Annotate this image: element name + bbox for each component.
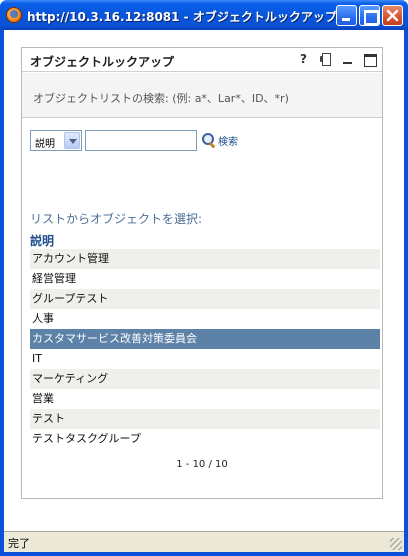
list-item[interactable]: テストタスクグループ — [30, 429, 380, 449]
help-icon[interactable]: ? — [297, 52, 310, 66]
status-text: 完了 — [8, 537, 30, 550]
window-title: http://10.3.16.12:8081 - オブジェクトルックアップ... — [27, 10, 351, 24]
list-item-selected[interactable]: カスタマサービス改善対策委員会 — [30, 329, 380, 349]
resize-grip-icon[interactable] — [390, 538, 402, 550]
magnifier-icon[interactable] — [202, 133, 216, 147]
search-input[interactable] — [85, 129, 197, 151]
list-item[interactable]: グループテスト — [30, 289, 380, 309]
status-bar: 完了 — [4, 531, 404, 552]
list-item[interactable]: IT — [30, 349, 380, 369]
list-item[interactable]: マーケティング — [30, 369, 380, 389]
search-hint: オブジェクトリストの検索: (例: a*、Lar*、ID、*r) — [33, 92, 289, 105]
list-item[interactable]: 経営管理 — [30, 269, 380, 289]
list-item[interactable]: 営業 — [30, 389, 380, 409]
maximize-icon[interactable] — [359, 5, 380, 26]
object-lookup-portlet: オブジェクトルックアップ ? オブジェクトリストの検索: (例: a*、Lar*… — [21, 47, 383, 499]
portlet-controls: ? — [297, 52, 377, 67]
title-bar[interactable]: http://10.3.16.12:8081 - オブジェクトルックアップ... — [0, 0, 408, 30]
portlet-header: オブジェクトルックアップ ? — [22, 48, 382, 72]
portlet-maximize-icon[interactable] — [363, 52, 377, 67]
portlet-title: オブジェクトルックアップ — [30, 55, 175, 69]
search-field-select[interactable]: 説明 — [30, 129, 82, 151]
pager: 1 - 10 / 10 — [176, 459, 228, 470]
portlet-minimize-icon[interactable] — [341, 52, 354, 66]
search-row: 説明 検索 — [30, 129, 238, 151]
minimize-icon[interactable] — [336, 5, 357, 26]
close-icon[interactable] — [382, 5, 403, 26]
list-item[interactable]: テスト — [30, 409, 380, 429]
search-link[interactable]: 検索 — [218, 133, 238, 148]
column-header-description: 説明 — [30, 234, 55, 248]
dropdown-arrow-icon[interactable] — [64, 131, 80, 149]
list-heading: リストからオブジェクトを選択: — [30, 212, 203, 226]
object-list: アカウント管理 経営管理 グループテスト 人事 カスタマサービス改善対策委員会 … — [30, 249, 380, 449]
browser-window: http://10.3.16.12:8081 - オブジェクトルックアップ...… — [0, 0, 408, 556]
search-hint-area: オブジェクトリストの検索: (例: a*、Lar*、ID、*r) — [22, 73, 382, 118]
list-item[interactable]: 人事 — [30, 309, 380, 329]
list-item[interactable]: アカウント管理 — [30, 249, 380, 269]
firefox-icon — [6, 7, 22, 23]
print-icon[interactable] — [319, 52, 332, 66]
page-content: オブジェクトルックアップ ? オブジェクトリストの検索: (例: a*、Lar*… — [4, 30, 404, 531]
search-field-value: 説明 — [35, 138, 55, 150]
